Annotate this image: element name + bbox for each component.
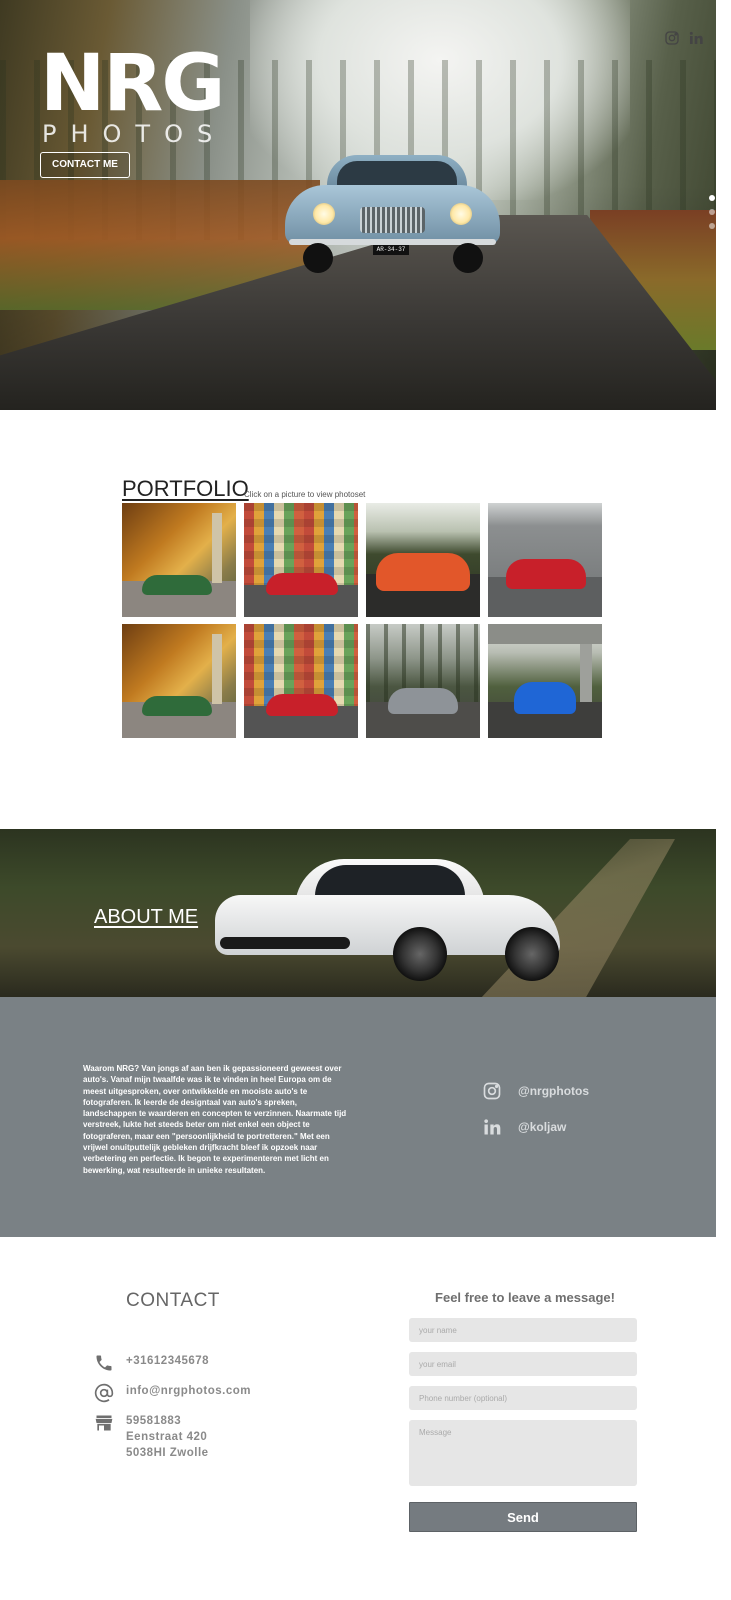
portfolio-photo-green-porsche-2[interactable] [122,624,236,738]
portfolio-grid [122,503,602,738]
contact-phone[interactable]: +31612345678 [94,1353,209,1373]
contact-address: 59581883 Eenstraat 420 5038HI Zwolle [94,1413,209,1461]
phone-number: +31612345678 [126,1355,210,1367]
linkedin-icon[interactable] [688,30,704,46]
message-field[interactable] [409,1420,637,1486]
portfolio-hint: Click on a picture to view photoset [244,490,366,499]
logo-subtitle: PHOTOS [42,120,227,148]
portfolio-title: PORTFOLIO [122,476,249,501]
about-linkedin-link[interactable]: @koljaw [482,1117,566,1137]
name-field[interactable] [409,1318,637,1342]
send-button[interactable]: Send [409,1502,637,1532]
portfolio-photo-red-ferrari-concrete[interactable] [488,503,602,617]
hero-car-image: AR-34-37 [285,155,500,275]
form-heading: Feel free to leave a message! [435,1290,615,1305]
linkedin-icon [484,1119,501,1135]
contact-title: CONTACT [126,1290,220,1311]
slider-dot-2[interactable] [709,209,715,215]
portfolio-photo-red-ferrari-wall[interactable] [244,503,358,617]
about-car-image [215,845,560,981]
at-icon [94,1383,114,1403]
slider-dot-1[interactable] [709,195,715,201]
store-icon [95,1415,113,1431]
contact-email[interactable]: info@nrgphotos.com [94,1383,251,1403]
email-address: info@nrgphotos.com [126,1385,251,1397]
portfolio-photo-blue-mustang[interactable] [488,624,602,738]
portfolio-photo-red-ferrari-wall-2[interactable] [244,624,358,738]
phone-field[interactable] [409,1386,637,1410]
license-plate: AR-34-37 [373,245,409,255]
linkedin-handle: @koljaw [518,1120,567,1134]
portfolio-photo-orange-aston[interactable] [366,503,480,617]
instagram-handle: @nrgphotos [518,1084,590,1098]
logo-title: NRG [40,39,225,129]
hero-social-links [664,30,704,46]
about-title: ABOUT ME [94,906,199,928]
phone-icon [96,1355,112,1371]
portfolio-photo-green-porsche[interactable] [122,503,236,617]
instagram-icon [483,1082,501,1100]
slider-dots [709,195,715,229]
address-line-1: 59581883 [126,1415,182,1427]
contact-me-button[interactable]: CONTACT ME [40,152,130,178]
address-line-2: Eenstraat 420 [126,1431,208,1443]
instagram-icon[interactable] [664,30,680,46]
slider-dot-3[interactable] [709,223,715,229]
about-text: Waarom NRG? Van jongs af aan ben ik gepa… [83,1064,347,1175]
address-line-3: 5038HI Zwolle [126,1447,209,1459]
email-field[interactable] [409,1352,637,1376]
about-instagram-link[interactable]: @nrgphotos [482,1081,589,1101]
portfolio-photo-grey-volvo[interactable] [366,624,480,738]
